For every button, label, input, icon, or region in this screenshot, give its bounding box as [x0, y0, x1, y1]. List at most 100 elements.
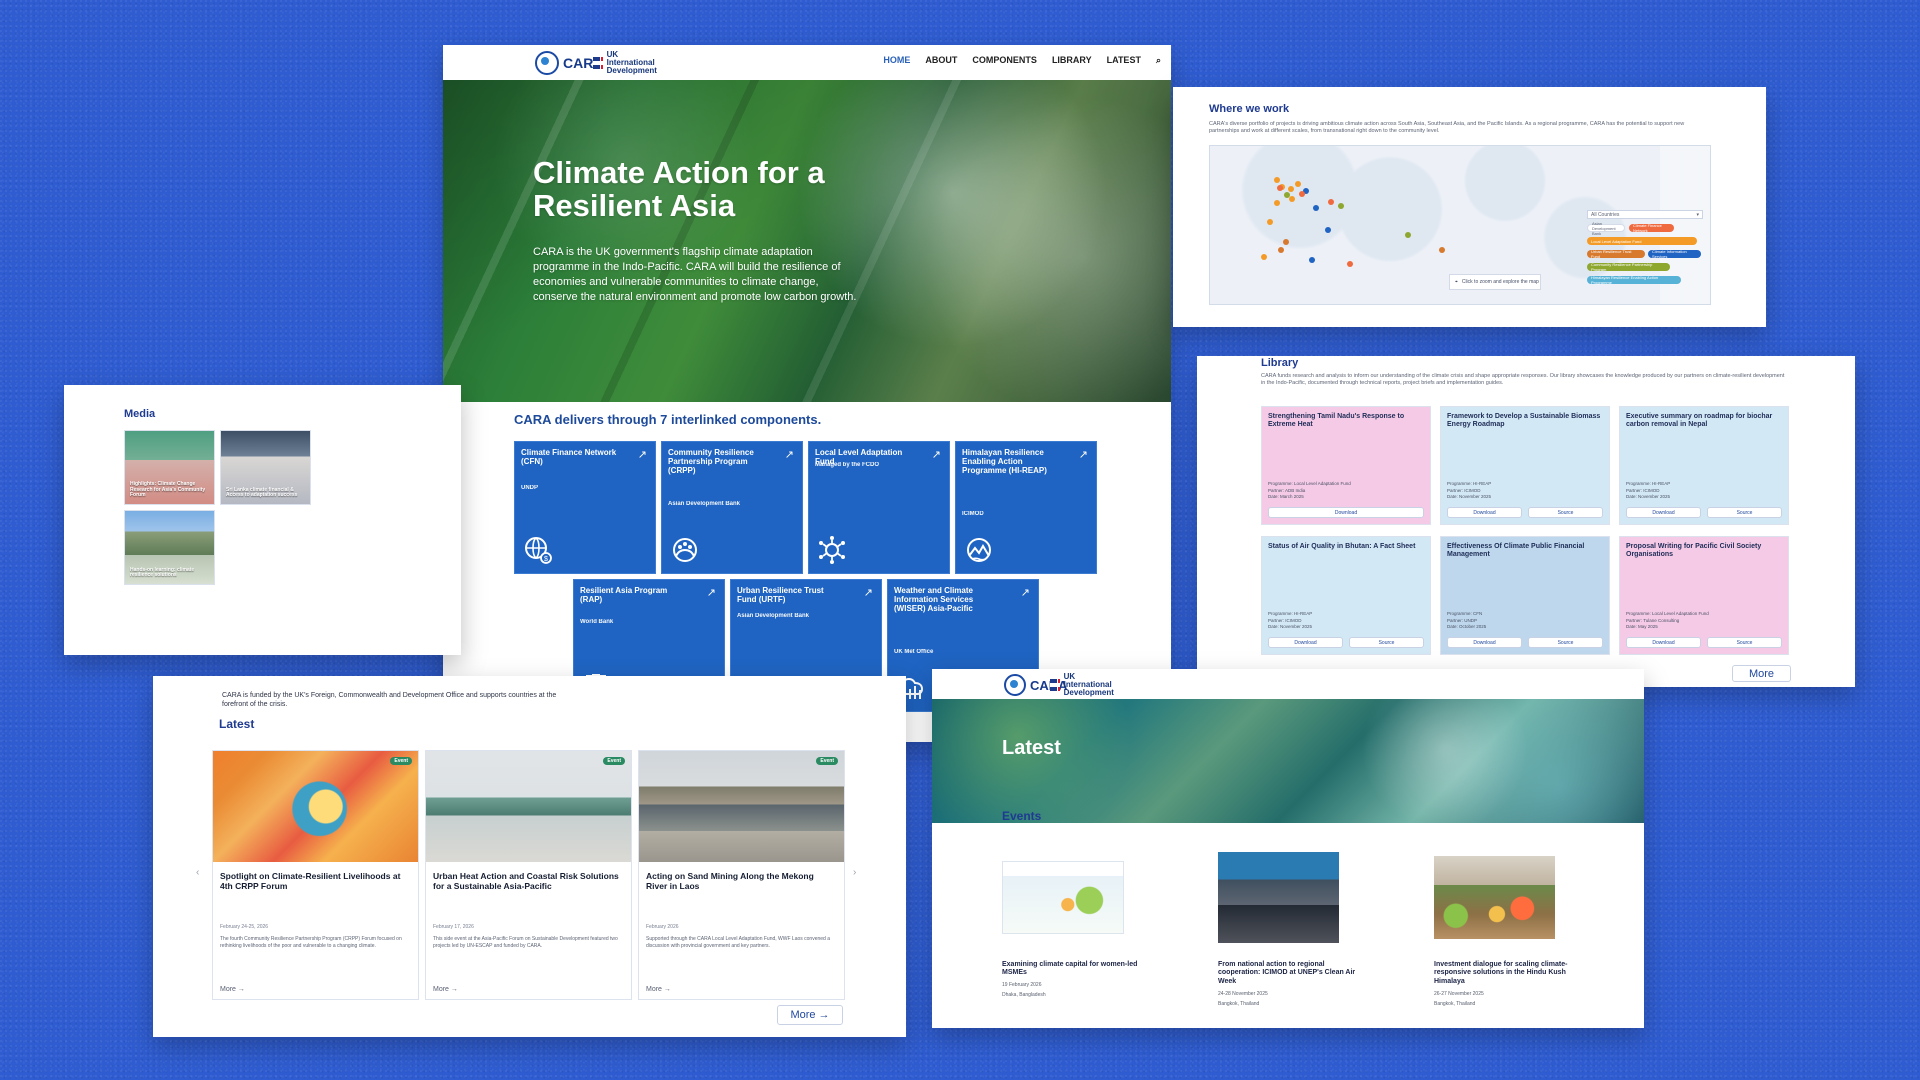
- library-more-button[interactable]: More: [1732, 665, 1791, 682]
- component-name: Community Resilience Partnership Program…: [668, 448, 754, 475]
- project-map[interactable]: All Countries ▾ Asian Development Bank C…: [1209, 145, 1711, 305]
- library-card-date: November 2025: [1280, 624, 1313, 630]
- event-item[interactable]: Examining climate capital for women-led …: [1002, 861, 1152, 1028]
- article-image: [639, 751, 844, 862]
- library-card-title: Strengthening Tamil Nadu's Response to E…: [1268, 413, 1405, 428]
- mountain-icon: [967, 538, 991, 562]
- source-button[interactable]: Source: [1707, 507, 1782, 518]
- media-item-1[interactable]: Highlights: Climate Change Research for …: [124, 430, 215, 505]
- download-button[interactable]: Download: [1447, 507, 1522, 518]
- library-description: CARA funds research and analysis to info…: [1261, 373, 1785, 386]
- svg-text:$: $: [544, 556, 548, 563]
- media-caption-3: Hands-on learning: climate resilience so…: [130, 566, 195, 578]
- article-date: February 2026: [646, 924, 679, 930]
- component-card-llaf[interactable]: Local Level Adaptation Fund Managed by t…: [808, 441, 950, 574]
- external-link-icon: ↗: [1020, 587, 1030, 599]
- media-item-3[interactable]: Hands-on learning: climate resilience so…: [124, 510, 215, 585]
- library-card-meta: Programme: HI-REAP Partner: ICIMOD Date:…: [1268, 611, 1313, 630]
- source-button[interactable]: Source: [1528, 637, 1603, 648]
- event-item[interactable]: Investment dialogue for scaling climate-…: [1434, 856, 1584, 1026]
- article-title: Urban Heat Action and Coastal Risk Solut…: [433, 871, 619, 891]
- download-button[interactable]: Download: [1626, 637, 1701, 648]
- component-name: Weather and Climate Information Services…: [894, 586, 974, 613]
- component-name: Himalayan Resilience Enabling Action Pro…: [962, 448, 1047, 475]
- menu-library[interactable]: LIBRARY: [1052, 55, 1092, 66]
- event-place: Dhaka, Bangladesh: [1002, 992, 1046, 998]
- component-card-hi-reap[interactable]: Himalayan Resilience Enabling Action Pro…: [955, 441, 1097, 574]
- latest-news-panel: CARA is funded by the UK's Foreign, Comm…: [153, 676, 906, 1037]
- article-date: February 17, 2026: [433, 924, 474, 930]
- event-badge: Event: [816, 757, 838, 765]
- event-title: Examining climate capital for women-led …: [1002, 961, 1138, 977]
- library-card-date: May 2025: [1638, 624, 1658, 630]
- library-card[interactable]: Executive summary on roadmap for biochar…: [1619, 406, 1789, 525]
- finance-network-icon: $: [525, 537, 552, 564]
- map-markers: [1261, 177, 1445, 267]
- external-link-icon: ↗: [706, 587, 716, 599]
- library-card[interactable]: Framework to Develop a Sustainable Bioma…: [1440, 406, 1610, 525]
- latest-article-card[interactable]: Event Spotlight on Climate-Resilient Liv…: [212, 750, 419, 1000]
- uk-flag-icon: [1050, 679, 1060, 691]
- media-panel: Media Highlights: Climate Change Researc…: [64, 385, 461, 655]
- latest-article-card[interactable]: Event Acting on Sand Mining Along the Me…: [638, 750, 845, 1000]
- component-card-crpp[interactable]: Community Resilience Partnership Program…: [661, 441, 803, 574]
- media-caption-2: Sri Lanka climate financial & Access to …: [226, 486, 298, 498]
- cara-logo-icon: [535, 51, 559, 75]
- latest-article-card[interactable]: Event Urban Heat Action and Coastal Risk…: [425, 750, 632, 1000]
- library-card-programme: HI-REAP: [1294, 611, 1313, 617]
- library-card-title: Executive summary on roadmap for biochar…: [1626, 413, 1773, 428]
- menu-home[interactable]: HOME: [883, 55, 910, 66]
- source-button[interactable]: Source: [1349, 637, 1424, 648]
- media-item-2[interactable]: Sri Lanka climate financial & Access to …: [220, 430, 311, 505]
- library-card-title: Effectiveness Of Climate Public Financia…: [1447, 543, 1585, 558]
- article-more-link[interactable]: More →: [433, 986, 458, 993]
- download-button[interactable]: Download: [1268, 507, 1424, 518]
- library-card-date: November 2025: [1638, 494, 1671, 500]
- cara-logo-icon: [1004, 674, 1026, 696]
- library-title: Library: [1261, 357, 1299, 369]
- library-card-date: October 2025: [1459, 624, 1487, 630]
- library-card[interactable]: Effectiveness Of Climate Public Financia…: [1440, 536, 1610, 655]
- component-org: UK Met Office: [894, 649, 934, 655]
- source-button[interactable]: Source: [1528, 507, 1603, 518]
- article-summary: This side event at the Asia-Pacific Foru…: [433, 936, 618, 949]
- chevron-left-icon[interactable]: ‹: [196, 867, 199, 878]
- component-org: ICIMOD: [962, 511, 984, 517]
- external-link-icon: ↗: [784, 449, 794, 461]
- menu-about[interactable]: ABOUT: [925, 55, 957, 66]
- hero-description: CARA is the UK government's flagship cli…: [533, 246, 857, 303]
- download-button[interactable]: Download: [1447, 637, 1522, 648]
- external-link-icon: ↗: [931, 449, 941, 461]
- latest-more-button[interactable]: More →: [777, 1005, 843, 1025]
- download-button[interactable]: Download: [1626, 507, 1701, 518]
- event-date: 24-28 November 2025: [1218, 991, 1268, 997]
- search-icon[interactable]: ⌕: [1156, 55, 1161, 66]
- download-button[interactable]: Download: [1268, 637, 1343, 648]
- article-more-link[interactable]: More →: [646, 986, 671, 993]
- library-card-actions: Download Source: [1626, 637, 1782, 648]
- chevron-right-icon[interactable]: ›: [853, 867, 856, 878]
- article-more-link[interactable]: More →: [220, 986, 245, 993]
- menu-components[interactable]: COMPONENTS: [972, 55, 1037, 66]
- component-name: Urban Resilience Trust Fund (URTF): [737, 586, 824, 604]
- article-title: Acting on Sand Mining Along the Mekong R…: [646, 871, 814, 891]
- community-icon: [673, 538, 697, 562]
- uk-international-development-logo: UK International Development: [1050, 673, 1125, 697]
- event-item[interactable]: From national action to regional coopera…: [1218, 852, 1368, 1022]
- event-date: 26-27 November 2025: [1434, 991, 1484, 997]
- article-image: [213, 751, 418, 862]
- source-button[interactable]: Source: [1707, 637, 1782, 648]
- library-card[interactable]: Strengthening Tamil Nadu's Response to E…: [1261, 406, 1431, 525]
- library-card-programme: HI-REAP: [1652, 481, 1671, 487]
- event-image: [1434, 856, 1555, 939]
- article-date: February 24-25, 2026: [220, 924, 269, 930]
- component-card-cfn[interactable]: Climate Finance Network (CFN) UNDP ↗ $: [514, 441, 656, 574]
- component-org: UNDP: [521, 485, 539, 491]
- uk-flag-icon: [593, 57, 603, 69]
- latest-banner: Latest: [932, 699, 1644, 823]
- library-card[interactable]: Status of Air Quality in Bhutan: A Fact …: [1261, 536, 1431, 655]
- library-card[interactable]: Proposal Writing for Pacific Civil Socie…: [1619, 536, 1789, 655]
- menu-latest[interactable]: LATEST: [1107, 55, 1141, 66]
- event-title: Investment dialogue for scaling climate-…: [1434, 961, 1568, 985]
- library-card-title: Framework to Develop a Sustainable Bioma…: [1447, 413, 1601, 428]
